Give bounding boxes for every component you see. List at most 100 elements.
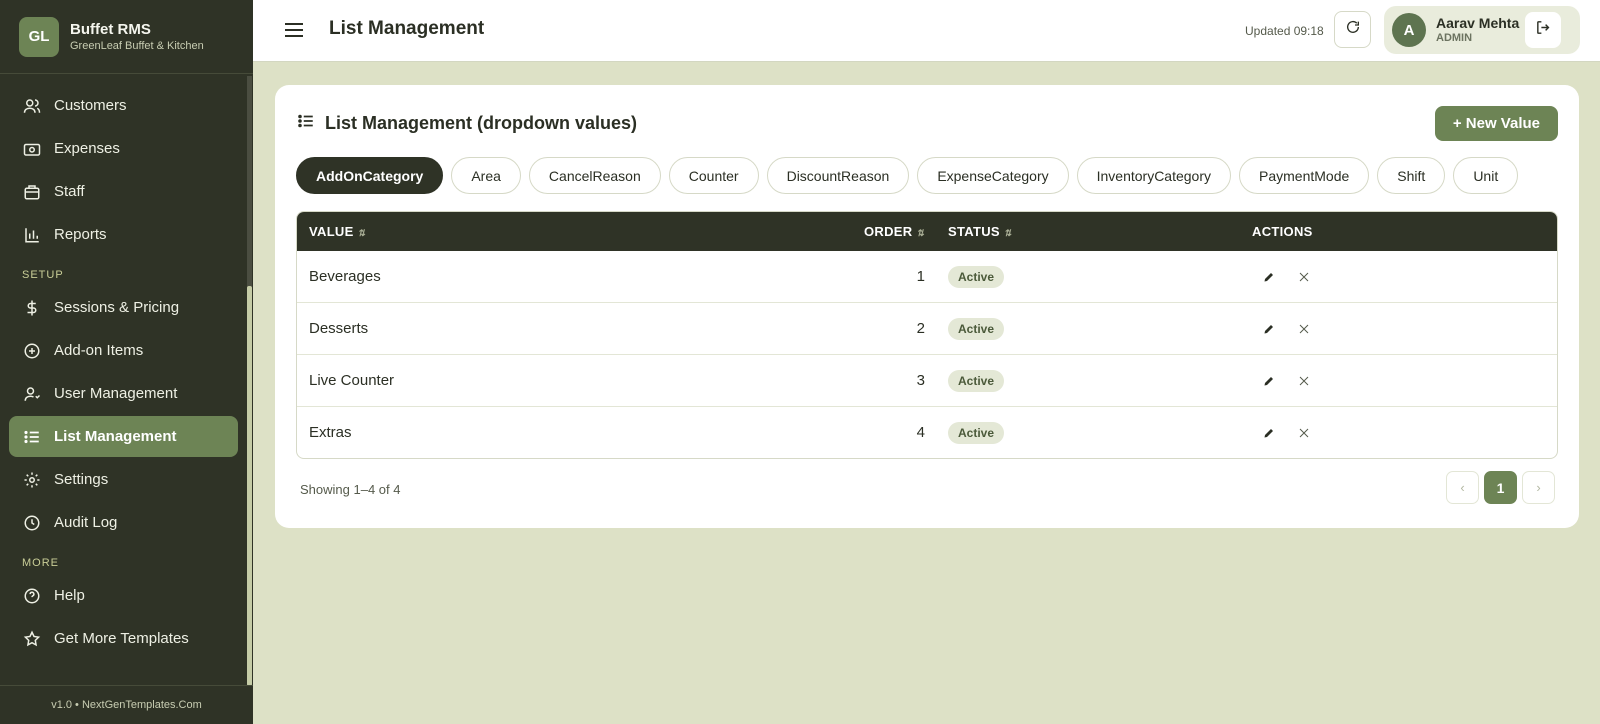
sidebar-item-label: Sessions & Pricing	[54, 299, 180, 316]
sidebar-nav: Customers Expenses Staff Reports SETUP S…	[9, 85, 238, 661]
user-icon	[23, 385, 41, 403]
brand: GL Buffet RMS GreenLeaf Buffet & Kitchen	[0, 0, 253, 74]
sidebar-item-label: Reports	[54, 226, 107, 243]
page-1-button[interactable]: 1	[1484, 471, 1517, 504]
user-menu[interactable]: A Aarav Mehta ADMIN	[1384, 6, 1580, 54]
sort-icon: ⇅	[1003, 228, 1012, 238]
close-icon[interactable]	[1296, 269, 1312, 285]
tab-counter[interactable]: Counter	[668, 157, 759, 194]
gear-icon	[23, 471, 41, 489]
prev-page-button[interactable]: ‹	[1446, 471, 1479, 504]
tab-paymentmode[interactable]: PaymentMode	[1239, 157, 1370, 194]
cell-value: Desserts	[309, 320, 369, 337]
header-actions: ACTIONS	[1252, 224, 1313, 239]
close-icon[interactable]	[1296, 373, 1312, 389]
camera-icon	[23, 140, 41, 158]
section-more-label: MORE	[22, 557, 59, 569]
users-icon	[23, 97, 41, 115]
brand-title: Buffet RMS	[70, 21, 151, 38]
sidebar-item-label: Expenses	[54, 140, 120, 157]
table-row: Live Counter 3 Active	[297, 355, 1557, 407]
sidebar-item-label: Help	[54, 587, 85, 604]
table-row: Desserts 2 Active	[297, 303, 1557, 355]
pagination: ‹ 1 ›	[1441, 471, 1555, 504]
cell-value: Extras	[309, 424, 352, 441]
header-status[interactable]: STATUS ⇅	[948, 224, 1012, 239]
tab-discountreason[interactable]: DiscountReason	[766, 157, 910, 194]
tab-area[interactable]: Area	[451, 157, 521, 194]
topbar: List Management Updated 09:18 A Aarav Me…	[253, 0, 1600, 62]
sidebar-item-expenses[interactable]: Expenses	[9, 128, 238, 169]
sidebar-item-list-management[interactable]: List Management	[9, 416, 238, 457]
cell-order: 4	[916, 424, 925, 441]
bar-chart-icon	[23, 226, 41, 244]
sidebar: GL Buffet RMS GreenLeaf Buffet & Kitchen…	[0, 0, 253, 724]
sidebar-item-audit-log[interactable]: Audit Log	[9, 502, 238, 543]
list-icon	[23, 428, 41, 446]
refresh-icon	[1345, 19, 1361, 40]
sidebar-item-add-on-items[interactable]: Add-on Items	[9, 330, 238, 371]
tab-cancelreason[interactable]: CancelReason	[528, 157, 661, 194]
values-table: VALUE ⇅ ORDER ⇅ STATUS ⇅ ACTIONS Beverages …	[296, 211, 1558, 459]
avatar: A	[1392, 13, 1426, 47]
sidebar-item-label: User Management	[54, 385, 178, 402]
status-badge: Active	[948, 422, 1005, 444]
cell-order: 1	[916, 268, 925, 285]
cell-order: 3	[916, 372, 925, 389]
sidebar-item-label: Staff	[54, 183, 85, 200]
section-setup-label: SETUP	[22, 269, 64, 281]
sidebar-footer: v1.0 • NextGenTemplates.Com	[0, 685, 253, 724]
clock-icon	[23, 514, 41, 532]
edit-icon[interactable]	[1261, 321, 1277, 337]
new-value-button[interactable]: + New Value	[1434, 106, 1558, 141]
status-badge: Active	[948, 318, 1005, 340]
brand-subtitle: GreenLeaf Buffet & Kitchen	[70, 40, 204, 52]
sidebar-item-customers[interactable]: Customers	[9, 85, 238, 126]
sidebar-scrollbar[interactable]	[247, 286, 252, 686]
sidebar-item-label: Add-on Items	[54, 342, 144, 359]
page-title: List Management	[329, 18, 485, 39]
refresh-button[interactable]	[1334, 11, 1371, 48]
updated-timestamp: Updated 09:18	[1245, 24, 1324, 38]
close-icon[interactable]	[1296, 425, 1312, 441]
star-icon	[23, 630, 41, 648]
sidebar-item-settings[interactable]: Settings	[9, 459, 238, 500]
tab-addoncategory[interactable]: AddOnCategory	[296, 157, 444, 194]
dollar-icon	[23, 299, 41, 317]
sidebar-item-label: Customers	[54, 97, 127, 114]
cell-value: Beverages	[309, 268, 381, 285]
header-value[interactable]: VALUE ⇅	[309, 224, 365, 239]
sidebar-item-staff[interactable]: Staff	[9, 171, 238, 212]
next-page-button[interactable]: ›	[1522, 471, 1555, 504]
logout-icon	[1535, 19, 1552, 41]
cell-value: Live Counter	[309, 372, 395, 389]
sidebar-item-sessions-pricing[interactable]: Sessions & Pricing	[9, 287, 238, 328]
header-order[interactable]: ORDER ⇅	[864, 224, 924, 239]
table-header: VALUE ⇅ ORDER ⇅ STATUS ⇅ ACTIONS	[297, 212, 1557, 251]
briefcase-icon	[23, 183, 41, 201]
edit-icon[interactable]	[1261, 269, 1277, 285]
tab-expensecategory[interactable]: ExpenseCategory	[917, 157, 1069, 194]
menu-icon[interactable]	[284, 21, 304, 39]
plus-circle-icon	[23, 342, 41, 360]
tab-inventorycategory[interactable]: InventoryCategory	[1076, 157, 1232, 194]
sidebar-item-help[interactable]: Help	[9, 575, 238, 616]
tab-unit[interactable]: Unit	[1453, 157, 1519, 194]
tab-shift[interactable]: Shift	[1377, 157, 1446, 194]
sidebar-item-user-management[interactable]: User Management	[9, 373, 238, 414]
table-row: Beverages 1 Active	[297, 251, 1557, 303]
sidebar-item-label: Settings	[54, 471, 109, 488]
logout-button[interactable]	[1525, 12, 1561, 48]
user-role: ADMIN	[1436, 32, 1473, 44]
table-row: Extras 4 Active	[297, 407, 1557, 458]
sidebar-item-get-more-templates[interactable]: Get More Templates	[9, 618, 238, 659]
help-circle-icon	[23, 587, 41, 605]
edit-icon[interactable]	[1261, 425, 1277, 441]
sidebar-item-label: Audit Log	[54, 514, 118, 531]
close-icon[interactable]	[1296, 321, 1312, 337]
showing-count: Showing 1–4 of 4	[300, 482, 401, 497]
edit-icon[interactable]	[1261, 373, 1277, 389]
sidebar-item-reports[interactable]: Reports	[9, 214, 238, 255]
sort-icon: ⇅	[357, 228, 366, 238]
list-management-card: List Management (dropdown values) + New …	[275, 85, 1579, 528]
